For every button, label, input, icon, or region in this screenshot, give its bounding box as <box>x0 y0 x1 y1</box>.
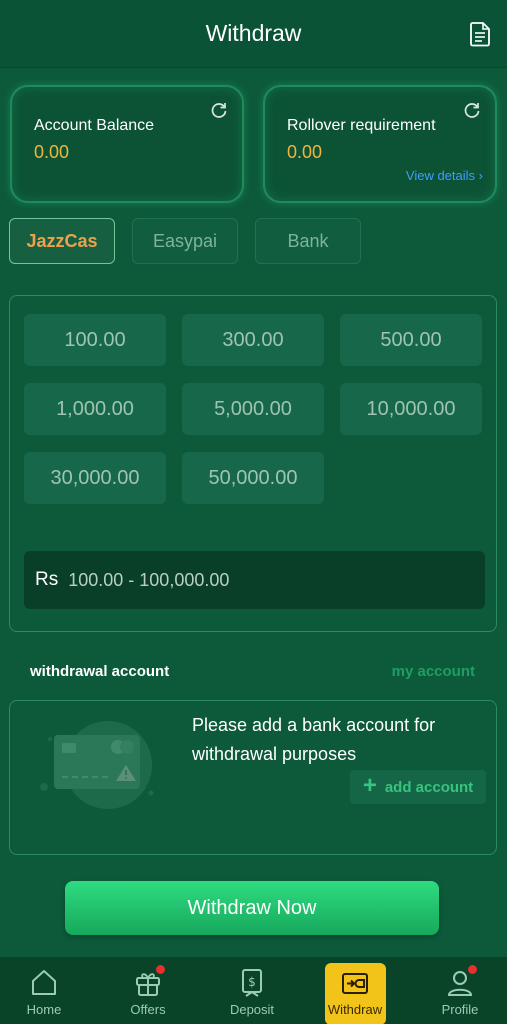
amount-option[interactable]: 10,000.00 <box>340 383 482 435</box>
chevron-right-icon: › <box>478 168 483 183</box>
add-account-message: Please add a bank account for withdrawal… <box>192 715 436 764</box>
tab-label: JazzCas <box>26 230 98 251</box>
amount-option[interactable]: 5,000.00 <box>182 383 324 435</box>
view-details-label: View details <box>405 168 476 183</box>
withdraw-icon <box>342 973 368 994</box>
gift-icon <box>133 965 165 998</box>
withdrawal-account-panel: Please add a bank account for withdrawal… <box>9 700 497 855</box>
rollover-card: Rollover requirement 0.00 View details › <box>263 85 497 203</box>
nav-offers[interactable]: Offers <box>98 957 198 1024</box>
nav-label: Withdraw <box>327 1002 383 1017</box>
notification-badge <box>156 965 165 974</box>
bottom-nav: Home Offers $ Deposit Withdraw Profile <box>0 957 507 1024</box>
amount-option[interactable]: 300.00 <box>182 314 324 366</box>
amount-panel: 100.00 300.00 500.00 1,000.00 5,000.00 1… <box>9 295 497 632</box>
tab-label: Easypai <box>152 230 218 251</box>
nav-home[interactable]: Home <box>0 957 94 1024</box>
view-details-link[interactable]: View details › <box>406 168 483 183</box>
tab-jazzcash[interactable]: JazzCas <box>9 218 115 264</box>
amount-option[interactable]: 30,000.00 <box>24 452 166 504</box>
amount-option[interactable]: 1,000.00 <box>24 383 166 435</box>
header: Withdraw <box>0 0 507 68</box>
plus-icon: + <box>362 771 377 799</box>
home-icon <box>32 970 56 995</box>
currency-label: Rs <box>35 569 59 590</box>
svg-text:$: $ <box>248 975 256 989</box>
add-account-label: add account <box>384 778 474 796</box>
my-account-link[interactable]: my account <box>392 663 475 680</box>
bank-card-illustration-icon <box>40 721 154 809</box>
withdrawal-account-title: withdrawal account <box>30 663 170 680</box>
amount-input[interactable]: Rs 100.00 - 100,000.00 <box>24 551 485 609</box>
tab-bank[interactable]: Bank <box>255 218 361 264</box>
amount-range-placeholder: 100.00 - 100,000.00 <box>68 569 230 590</box>
amount-option[interactable]: 500.00 <box>340 314 482 366</box>
nav-profile[interactable]: Profile <box>410 957 507 1024</box>
nav-label: Offers <box>130 1002 166 1017</box>
rollover-label: Rollover requirement <box>287 117 436 134</box>
add-account-button[interactable]: + add account <box>350 770 486 804</box>
amount-option[interactable]: 100.00 <box>24 314 166 366</box>
amount-option[interactable]: 50,000.00 <box>182 452 324 504</box>
withdraw-now-button[interactable]: Withdraw Now <box>65 881 439 935</box>
page-title: Withdraw <box>205 20 302 46</box>
refresh-icon[interactable] <box>210 101 228 119</box>
account-balance-label: Account Balance <box>34 117 155 134</box>
nav-deposit[interactable]: $ Deposit <box>202 957 302 1024</box>
tab-easypaisa[interactable]: Easypai <box>132 218 238 264</box>
account-balance-value: 0.00 <box>34 142 70 162</box>
document-icon[interactable] <box>469 21 491 47</box>
nav-label: Deposit <box>229 1002 275 1017</box>
account-balance-card: Account Balance 0.00 <box>10 85 244 203</box>
deposit-icon: $ <box>242 969 262 997</box>
nav-label: Profile <box>441 1002 479 1017</box>
rollover-value: 0.00 <box>287 142 323 162</box>
nav-label: Home <box>26 1002 62 1017</box>
tab-label: Bank <box>287 230 329 251</box>
profile-icon <box>445 965 477 998</box>
notification-badge <box>468 965 477 974</box>
refresh-icon[interactable] <box>463 101 481 119</box>
nav-withdraw[interactable]: Withdraw <box>305 957 405 1024</box>
